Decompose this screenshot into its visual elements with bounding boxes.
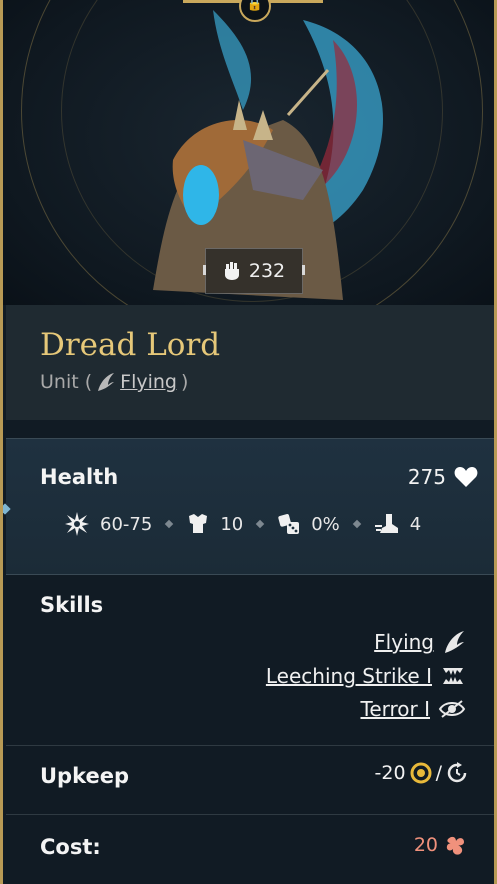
- upkeep-separator: /: [435, 762, 442, 784]
- wing-icon: [442, 629, 466, 655]
- wing-icon: [96, 371, 116, 393]
- skill-leeching-strike-label[interactable]: Leeching Strike I: [266, 664, 432, 688]
- resource-icon: [444, 833, 468, 857]
- power-pip-right: [302, 265, 305, 275]
- power-badge: 232: [203, 248, 305, 294]
- health-number: 275: [407, 465, 446, 489]
- power-value: 232: [248, 260, 286, 282]
- stat-separator: [255, 519, 265, 529]
- skills-label: Skills: [40, 593, 104, 617]
- cost-section: Cost: 20: [6, 815, 494, 884]
- fangs-icon: [440, 663, 466, 689]
- gold-coin-icon: [410, 762, 432, 784]
- movement-value: 4: [409, 513, 422, 535]
- upkeep-label: Upkeep: [40, 764, 130, 788]
- power-pip-left: [203, 265, 206, 275]
- cost-amount: 20: [413, 834, 438, 856]
- burst-icon: [64, 511, 90, 537]
- movement-stat[interactable]: 4: [374, 512, 421, 536]
- skill-list: Flying Leeching Strike I Terror I: [266, 629, 466, 721]
- upkeep-section: Upkeep -20 /: [6, 746, 494, 815]
- upkeep-amount: -20: [374, 762, 406, 784]
- cost-label: Cost:: [40, 835, 101, 859]
- unit-card: 🔒 232 Dread Lord Unit ( Flying ) Health …: [0, 0, 497, 884]
- skill-terror-label[interactable]: Terror I: [361, 697, 431, 721]
- stat-separator: [165, 519, 174, 529]
- defense-value: 10: [220, 513, 244, 535]
- eye-icon: [438, 697, 466, 721]
- turn-icon: [446, 762, 468, 784]
- unit-type-suffix: ): [180, 371, 189, 393]
- damage-stat[interactable]: 60-75: [64, 511, 152, 537]
- skill-leeching-strike[interactable]: Leeching Strike I: [266, 663, 466, 689]
- fist-icon: [223, 261, 241, 281]
- unit-type-prefix: Unit (: [40, 371, 93, 393]
- skill-flying-label[interactable]: Flying: [374, 630, 434, 654]
- stats-block: Health 275 60-75 10 0% 4: [6, 438, 494, 575]
- heart-icon: [454, 466, 478, 488]
- name-panel: Dread Lord Unit ( Flying ): [6, 305, 494, 420]
- boot-icon: [374, 512, 400, 536]
- health-value: 275: [408, 465, 478, 489]
- skills-section: Skills Flying Leeching Strike I Terror I: [6, 573, 494, 746]
- health-label: Health: [40, 465, 119, 489]
- damage-value: 60-75: [100, 513, 153, 535]
- flying-tag-link[interactable]: Flying: [120, 371, 177, 393]
- dice-icon: [277, 512, 301, 536]
- cost-value: 20: [414, 833, 468, 857]
- defense-stat[interactable]: 10: [186, 512, 243, 536]
- unit-type: Unit ( Flying ): [40, 371, 188, 393]
- skill-flying[interactable]: Flying: [374, 629, 466, 655]
- skill-terror[interactable]: Terror I: [361, 697, 467, 721]
- upkeep-value: -20 /: [375, 762, 468, 784]
- unit-portrait: 🔒 232: [3, 0, 494, 305]
- stat-separator: [352, 519, 362, 529]
- stat-row: 60-75 10 0% 4: [64, 511, 421, 537]
- unit-name: Dread Lord: [40, 327, 221, 363]
- armor-icon: [186, 512, 210, 536]
- chance-value: 0%: [311, 513, 340, 535]
- chance-stat[interactable]: 0%: [277, 512, 340, 536]
